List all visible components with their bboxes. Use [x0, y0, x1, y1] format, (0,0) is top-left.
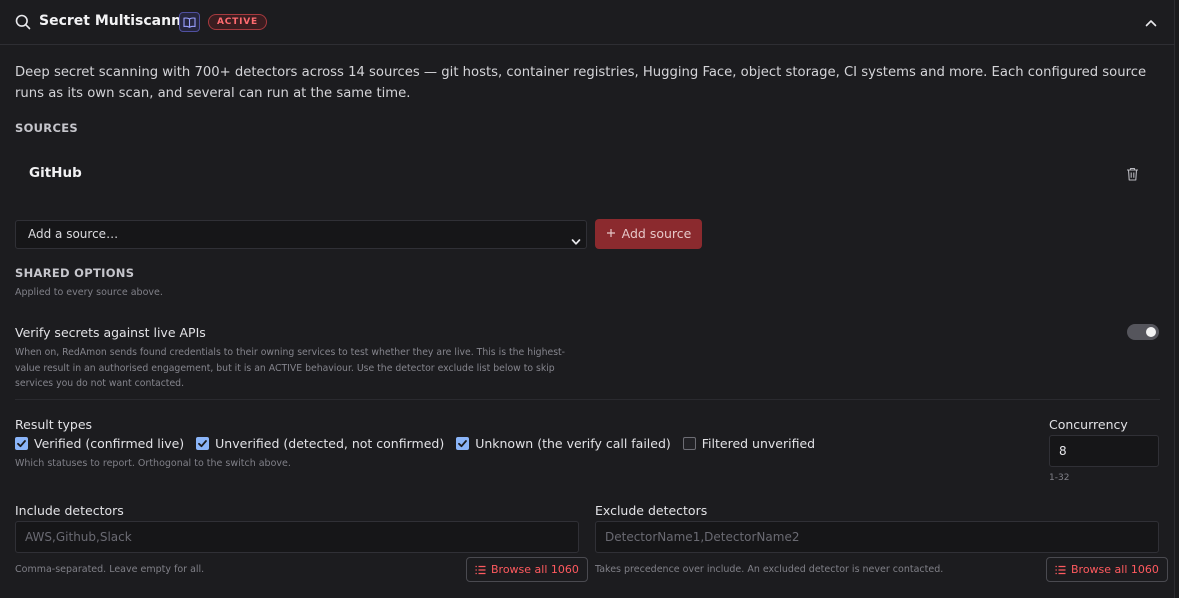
trash-icon[interactable]	[1126, 166, 1139, 185]
add-source-label: Add source	[621, 226, 692, 241]
chevron-up-icon[interactable]	[1144, 15, 1158, 34]
add-source-select[interactable]: Add a source…	[15, 220, 587, 249]
result-type-label: Filtered unverified	[701, 436, 816, 451]
exclude-detectors-label: Exclude detectors	[595, 503, 708, 518]
shared-options-subtitle: Applied to every source above.	[15, 287, 163, 298]
shared-options-heading: SHARED OPTIONS	[15, 266, 135, 280]
toggle-knob	[1146, 327, 1156, 337]
exclude-browse-label: Browse all 1060	[1071, 563, 1159, 576]
add-source-select-value: Add a source…	[28, 227, 119, 241]
result-type-label: Verified (confirmed live)	[34, 436, 185, 451]
panel-title: Secret Multiscanner	[39, 13, 198, 29]
checkbox-unchecked[interactable]	[682, 437, 696, 450]
verify-help: When on, RedAmon sends found credentials…	[15, 347, 566, 389]
chevron-down-icon	[571, 230, 581, 257]
check-icon[interactable]	[456, 437, 470, 450]
docs-button[interactable]	[179, 12, 200, 32]
exclude-detectors-help: Takes precedence over include. An exclud…	[595, 564, 944, 575]
exclude-detectors-input[interactable]: DetectorName1,DetectorName2	[595, 521, 1159, 553]
verify-label: Verify secrets against live APIs	[15, 325, 206, 340]
include-detectors-input[interactable]: AWS,Github,Slack	[15, 521, 579, 553]
result-type-unverified[interactable]: Unverified (detected, not confirmed)	[196, 436, 444, 451]
check-icon[interactable]	[196, 437, 210, 450]
source-item-github: GitHub	[29, 165, 82, 181]
include-detectors-label: Include detectors	[15, 503, 124, 518]
concurrency-label: Concurrency	[1049, 417, 1128, 432]
exclude-browse-button[interactable]: Browse all 1060	[1046, 557, 1168, 582]
result-types-label: Result types	[15, 417, 93, 432]
check-icon[interactable]	[15, 437, 28, 450]
list-icon	[1055, 565, 1066, 575]
result-types-help: Which statuses to report. Orthogonal to …	[15, 458, 291, 469]
book-icon	[183, 16, 196, 28]
include-detectors-placeholder: AWS,Github,Slack	[25, 530, 132, 544]
result-type-filtered-unverified[interactable]: Filtered unverified	[682, 436, 816, 451]
status-badge: ACTIVE	[208, 14, 267, 30]
list-icon	[475, 565, 486, 575]
secret-multiscanner-panel: Secret Multiscanner ACTIVE Deep secret s…	[0, 0, 1175, 598]
include-browse-label: Browse all 1060	[491, 563, 579, 576]
result-type-unknown[interactable]: Unknown (the verify call failed)	[456, 436, 671, 451]
panel-description: Deep secret scanning with 700+ detectors…	[15, 65, 1147, 101]
sources-heading: SOURCES	[15, 121, 78, 135]
exclude-detectors-placeholder: DetectorName1,DetectorName2	[605, 530, 800, 544]
result-type-verified[interactable]: Verified (confirmed live)	[15, 436, 184, 451]
concurrency-input[interactable]: 8	[1049, 435, 1159, 467]
verify-toggle[interactable]	[1127, 324, 1159, 340]
result-type-label: Unknown (the verify call failed)	[475, 436, 671, 451]
search-icon	[15, 14, 31, 34]
add-source-button[interactable]: Add source	[595, 219, 702, 249]
include-browse-button[interactable]: Browse all 1060	[466, 557, 588, 582]
result-types-group: Verified (confirmed live) Unverified (de…	[15, 436, 827, 451]
panel-header[interactable]: Secret Multiscanner ACTIVE	[0, 0, 1175, 45]
plus-icon	[606, 219, 616, 249]
include-detectors-help: Comma-separated. Leave empty for all.	[15, 564, 205, 575]
concurrency-hint: 1-32	[1049, 473, 1070, 483]
result-type-label: Unverified (detected, not confirmed)	[215, 436, 445, 451]
divider	[15, 399, 1160, 400]
